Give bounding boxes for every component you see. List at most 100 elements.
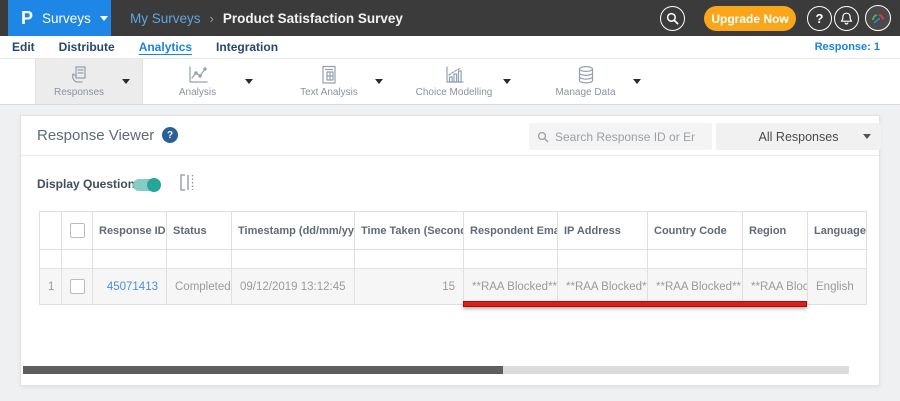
toolbar-item-choice-modelling[interactable]: Choice Modelling (405, 59, 523, 104)
toolbar-label: Manage Data (555, 87, 616, 98)
toggle-knob (147, 178, 161, 192)
language-cell: English (807, 268, 867, 305)
row-select-cell (61, 268, 93, 305)
row-number: 1 (39, 268, 62, 305)
nav-item-analytics[interactable]: Analytics (139, 40, 192, 54)
product-menu-label: Surveys (42, 10, 91, 26)
nav-item-integration[interactable]: Integration (216, 40, 278, 54)
nav-item-edit[interactable]: Edit (12, 40, 35, 54)
breadcrumb-separator: › (209, 10, 214, 26)
upgrade-now-button[interactable]: Upgrade Now (704, 6, 796, 31)
brand-logo: P (21, 8, 34, 28)
app-window: P Surveys My Surveys › Product Satisfact… (0, 0, 900, 401)
search-input[interactable] (555, 129, 695, 144)
ip-address-cell: **RAA Blocked** (557, 268, 648, 305)
help-icon[interactable]: ? (162, 127, 178, 143)
bell-icon (840, 12, 853, 25)
toolbar-label: Choice Modelling (415, 87, 493, 98)
filter-cell (463, 249, 558, 269)
toolbar-item-text-analysis[interactable]: Text Analysis (283, 59, 395, 104)
search-icon (666, 12, 679, 25)
responses-table: Response ID Status Timestamp (dd/mm/yyyy… (39, 211, 867, 305)
region-cell: **RAA Blocked** (742, 268, 808, 305)
status-cell: Completed (166, 268, 232, 305)
question-mark-icon: ? (815, 11, 824, 26)
top-bar: P Surveys My Surveys › Product Satisfact… (0, 0, 900, 36)
table-row: 1 45071413 Completed 09/12/2019 13:12:45… (39, 268, 867, 305)
filter-cell (231, 249, 355, 269)
line-chart-icon (188, 66, 208, 83)
toolbar-label: Responses (53, 87, 105, 98)
column-header-language: Language (807, 211, 867, 250)
table-header-row: Response ID Status Timestamp (dd/mm/yyyy… (39, 211, 867, 250)
column-header-time-taken[interactable]: Time Taken (Seconds) (354, 211, 464, 250)
select-all-checkbox[interactable] (69, 223, 85, 238)
responses-icon (72, 66, 86, 83)
horizontal-scrollbar-track[interactable] (23, 366, 849, 374)
filter-cell (647, 249, 743, 269)
filter-cell (557, 249, 648, 269)
column-header-select (61, 211, 93, 250)
response-viewer-card: Response Viewer ? All Responses Display … (20, 115, 881, 386)
display-questions-toggle[interactable] (133, 178, 161, 192)
toolbar-label: Analysis (178, 87, 217, 98)
chevron-down-icon (863, 134, 871, 139)
chevron-down-icon (245, 79, 253, 84)
response-search[interactable] (529, 123, 712, 150)
text-analysis-icon (322, 65, 336, 84)
filter-cell (742, 249, 808, 269)
column-header-country-code: Country Code (647, 211, 743, 250)
red-underline-annotation (463, 301, 807, 307)
search-icon (537, 131, 549, 142)
nav-item-distribute[interactable]: Distribute (59, 40, 115, 54)
search-button[interactable] (660, 6, 685, 31)
filter-cell (92, 249, 167, 269)
respondent-email-cell: **RAA Blocked** (463, 268, 558, 305)
filter-cell (166, 249, 232, 269)
toolbar-label: Text Analysis (300, 87, 358, 98)
response-id-link[interactable]: 45071413 (107, 281, 158, 293)
column-header-status: Status (166, 211, 232, 250)
notifications-button[interactable] (834, 6, 859, 31)
filter-cell (354, 249, 464, 269)
filter-cell (39, 249, 62, 269)
column-header-response-id[interactable]: Response ID (92, 211, 167, 250)
page-title: Response Viewer (37, 127, 155, 144)
timestamp-cell: 09/12/2019 13:12:45 (231, 268, 355, 305)
response-filter-dropdown[interactable]: All Responses (716, 123, 881, 150)
chevron-down-icon (503, 79, 511, 84)
breadcrumb-parent[interactable]: My Surveys (130, 11, 201, 26)
column-header-respondent-email: Respondent Email (463, 211, 558, 250)
database-icon (578, 65, 593, 84)
column-header-region: Region (742, 211, 808, 250)
chevron-down-icon (375, 79, 383, 84)
choice-modelling-icon (446, 66, 464, 83)
toolbar-item-manage-data[interactable]: Manage Data (538, 59, 653, 104)
card-header: Response Viewer ? All Responses (21, 116, 881, 156)
user-avatar[interactable] (865, 5, 891, 31)
response-id-cell: 45071413 (92, 268, 167, 305)
breadcrumb: My Surveys › Product Satisfaction Survey (130, 0, 403, 36)
row-checkbox[interactable] (70, 279, 85, 294)
chevron-down-icon (122, 79, 130, 84)
product-menu[interactable]: P Surveys (8, 0, 111, 36)
column-header-row-number (39, 211, 62, 250)
column-filter-row (39, 249, 867, 269)
filter-selected-value: All Responses (758, 129, 839, 144)
column-header-timestamp[interactable]: Timestamp (dd/mm/yyyy) (231, 211, 355, 250)
filter-cell (61, 249, 93, 269)
manage-columns-icon[interactable] (178, 173, 196, 193)
country-code-cell: **RAA Blocked** (647, 268, 743, 305)
toolbar-item-analysis[interactable]: Analysis (150, 59, 265, 104)
chevron-down-icon (633, 79, 641, 84)
gauge-avatar-icon (872, 13, 884, 24)
breadcrumb-current: Product Satisfaction Survey (222, 10, 403, 26)
time-taken-cell: 15 (354, 268, 464, 305)
display-questions-label: Display Questions (37, 177, 142, 191)
column-header-ip-address: IP Address (557, 211, 648, 250)
horizontal-scrollbar-thumb[interactable] (23, 366, 503, 374)
response-count-label: Response: 1 (814, 41, 880, 53)
chevron-down-icon (99, 15, 108, 21)
toolbar-item-responses[interactable]: Responses (35, 59, 143, 104)
help-button[interactable]: ? (807, 6, 832, 31)
